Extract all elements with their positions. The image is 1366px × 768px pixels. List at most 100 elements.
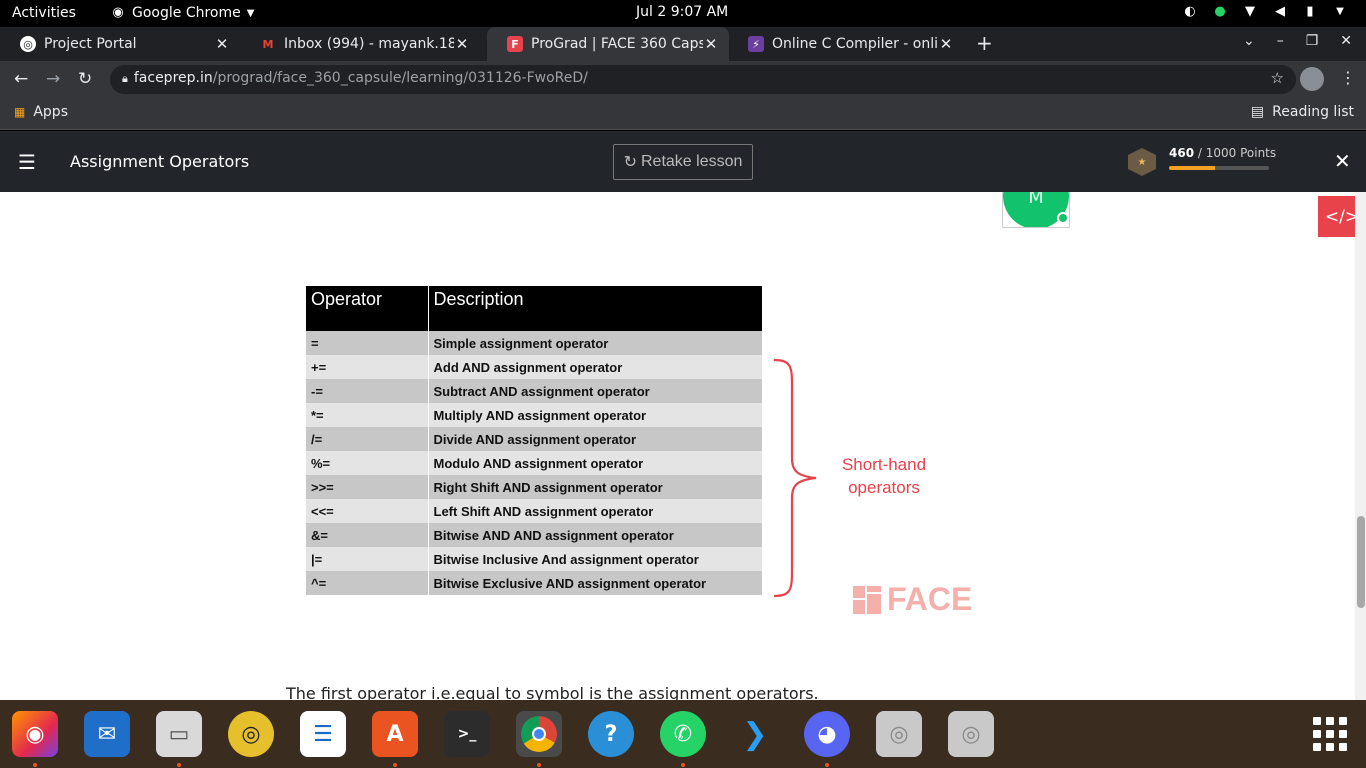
lesson-content: M </> Operator Description = Simple assig… [0, 192, 1366, 700]
new-tab-button[interactable]: + [976, 31, 993, 55]
table-row: |= Bitwise Inclusive And assignment opera… [306, 547, 762, 571]
operator-cell: |= [306, 547, 429, 571]
chrome-icon: ◉ [112, 5, 124, 20]
operator-cell: ^= [306, 571, 429, 595]
curly-brace [773, 358, 817, 598]
toolbar: ← → ↻ 🔒︎ faceprep.in/prograd/face_360_cap… [0, 61, 1366, 98]
points-progress-fill [1169, 166, 1215, 170]
libreoffice-writer-icon[interactable]: ☰ [300, 711, 346, 757]
bolt-icon: ⚡ [748, 36, 764, 52]
points-display: 460 / 1000 Points [1169, 146, 1276, 160]
gmail-icon: M [262, 37, 274, 51]
face-mark-icon [853, 585, 881, 614]
apps-grid-icon: ▦ [14, 105, 26, 119]
activities-button[interactable]: Activities [12, 5, 76, 21]
retry-icon: ↻ [623, 154, 637, 171]
restore-icon[interactable]: ❐ [1306, 33, 1319, 49]
table-row: %= Modulo AND assignment operator [306, 451, 762, 475]
thunderbird-icon[interactable]: ✉ [84, 711, 130, 757]
tab-title: Inbox (994) - mayank.18bc [284, 36, 454, 52]
help-icon[interactable]: ? [588, 711, 634, 757]
lock-icon: 🔒︎ [122, 72, 128, 85]
scrollbar-track[interactable] [1355, 192, 1366, 700]
clock[interactable]: Jul 2 9:07 AM [636, 4, 728, 20]
rhythmbox-icon[interactable]: ◎ [228, 711, 274, 757]
description-cell: Bitwise AND AND assignment operator [428, 523, 762, 547]
whatsapp-icon[interactable]: ✆ [660, 711, 706, 767]
retake-label: Retake lesson [641, 153, 743, 170]
table-row: ^= Bitwise Exclusive AND assignment opera… [306, 571, 762, 595]
operator-cell: += [306, 355, 429, 379]
back-icon[interactable]: ← [14, 69, 28, 89]
app-menu[interactable]: ◉ Google Chrome ▼ [110, 5, 254, 21]
tab-prograd[interactable]: F ProGrad | FACE 360 Capsu ✕ [487, 27, 729, 61]
close-tab-icon[interactable]: ✕ [214, 35, 230, 53]
minimize-icon[interactable]: – [1277, 33, 1284, 49]
tab-online-compiler[interactable]: ⚡ Online C Compiler - online ✕ [728, 27, 964, 61]
operator-cell: = [306, 331, 429, 355]
caret-down-icon: ▼ [246, 7, 255, 19]
tab-strip: ◎ Project Portal ✕ M Inbox (994) - mayan… [0, 27, 1366, 61]
apps-shortcut[interactable]: ▦ Apps [14, 104, 68, 120]
code-icon: </> [1324, 206, 1360, 227]
volume-icon[interactable]: ◀ [1272, 4, 1288, 20]
tab-project-portal[interactable]: ◎ Project Portal ✕ [0, 27, 240, 61]
table-row: += Add AND assignment operator [306, 355, 762, 379]
close-lesson-icon[interactable]: ✕ [1334, 149, 1351, 173]
forward-icon[interactable]: → [46, 69, 60, 89]
globe-icon: ◎ [20, 36, 36, 52]
chrome-icon[interactable] [516, 711, 562, 767]
bookmark-star-icon[interactable]: ☆ [1271, 69, 1284, 87]
menu-toggle-icon[interactable]: ☰ [18, 150, 36, 174]
close-tab-icon[interactable]: ✕ [454, 35, 470, 53]
online-status-dot [1057, 212, 1069, 224]
close-tab-icon[interactable]: ✕ [938, 35, 954, 53]
discord-icon[interactable]: ◕ [804, 711, 850, 767]
reload-icon[interactable]: ↻ [78, 69, 92, 89]
tab-title: ProGrad | FACE 360 Capsu [531, 36, 703, 52]
wifi-icon[interactable]: ▼ [1242, 4, 1258, 20]
table-row: /= Divide AND assignment operator [306, 427, 762, 451]
reading-list-button[interactable]: ▤ Reading list [1251, 104, 1354, 120]
address-bar[interactable]: 🔒︎ faceprep.in/prograd/face_360_capsule/l… [110, 65, 1296, 94]
table-row: >>= Right Shift AND assignment operator [306, 475, 762, 499]
files-icon[interactable]: ▭ [156, 711, 202, 767]
description-cell: Multiply AND assignment operator [428, 403, 762, 427]
column-header-operator: Operator [306, 286, 429, 331]
tab-inbox[interactable]: M Inbox (994) - mayank.18bc ✕ [240, 27, 480, 61]
scrollbar-thumb[interactable] [1357, 516, 1365, 608]
close-window-icon[interactable]: ✕ [1340, 33, 1352, 49]
face-logo-text: FACE [887, 581, 973, 617]
more-menu-icon[interactable]: ⋮ [1340, 68, 1356, 87]
tab-title: Online C Compiler - online [772, 36, 938, 52]
bookmarks-bar: ▦ Apps ▤ Reading list [0, 98, 1366, 130]
description-cell: Divide AND assignment operator [428, 427, 762, 451]
tab-search-icon[interactable]: ⌄ [1243, 33, 1255, 49]
show-apps-icon[interactable] [1313, 717, 1347, 751]
vscode-icon[interactable]: ❯ [732, 711, 778, 757]
retake-lesson-button[interactable]: ↻ Retake lesson [613, 144, 753, 180]
annotation-line-2: operators [848, 478, 920, 497]
profile-avatar[interactable] [1300, 67, 1324, 91]
window-controls: ⌄ – ❐ ✕ [1243, 33, 1352, 49]
lesson-title: Assignment Operators [70, 152, 250, 171]
firefox-icon[interactable]: ◉ [12, 711, 58, 767]
close-tab-icon[interactable]: ✕ [703, 35, 719, 53]
chevron-down-icon[interactable]: ▼ [1332, 4, 1348, 20]
annotation-line-1: Short-hand [841, 455, 927, 474]
terminal-icon[interactable]: >_ [444, 711, 490, 757]
operator-cell: -= [306, 379, 429, 403]
software-center-icon[interactable]: A [372, 711, 418, 767]
user-avatar[interactable]: M [1002, 192, 1070, 228]
system-tray[interactable]: ◐ ● ▼ ◀ ▮ ▼ [1182, 4, 1348, 20]
disc-icon[interactable]: ◎ [876, 711, 922, 757]
table-row: = Simple assignment operator [306, 331, 762, 355]
points-total: / 1000 Points [1194, 146, 1277, 160]
battery-icon[interactable]: ▮ [1302, 4, 1318, 20]
table-row: -= Subtract AND assignment operator [306, 379, 762, 403]
disc-icon[interactable]: ◎ [948, 711, 994, 757]
points-progress-bar [1169, 166, 1269, 170]
description-cell: Add AND assignment operator [428, 355, 762, 379]
discord-tray-icon[interactable]: ◐ [1182, 4, 1198, 20]
whatsapp-tray-icon[interactable]: ● [1212, 4, 1228, 20]
